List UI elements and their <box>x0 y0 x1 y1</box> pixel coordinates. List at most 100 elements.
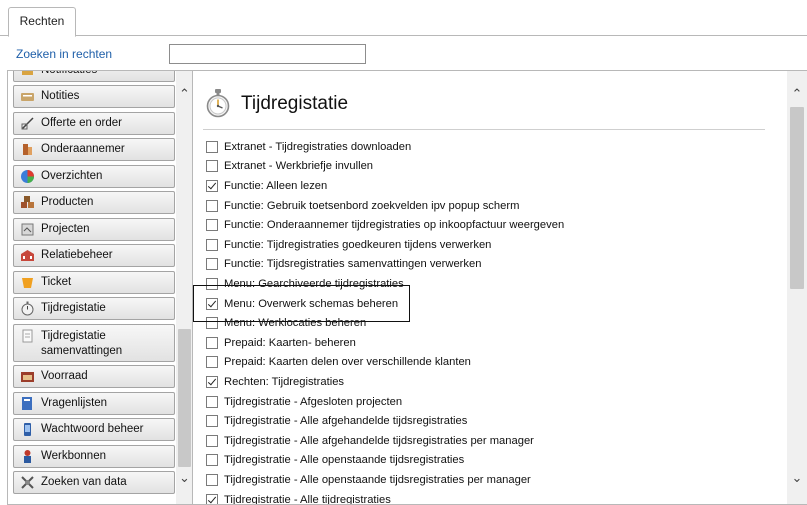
permission-row[interactable]: Functie: Tijdsregistraties samenvattinge… <box>206 255 481 275</box>
quote-icon <box>20 116 35 131</box>
permission-row[interactable]: Tijdregistratie - Alle openstaande tijds… <box>206 470 531 490</box>
permission-row[interactable]: Menu: Werklocaties beheren <box>206 313 366 333</box>
sidebar-item-vragenlijsten[interactable]: Vragenlijsten <box>13 392 175 415</box>
sidebar-item-label-line2: samenvattingen <box>41 345 123 357</box>
sidebar-item-werkbonnen[interactable]: Werkbonnen <box>13 445 175 468</box>
permission-label: Menu: Gearchiveerde tijdregistraties <box>224 277 404 290</box>
permission-row[interactable]: Functie: Onderaannemer tijdregistraties … <box>206 215 564 235</box>
ticket-icon <box>20 275 35 290</box>
sidebar-item-label: Offerte en order <box>41 117 122 129</box>
permission-checkbox[interactable] <box>206 454 218 467</box>
permission-label: Rechten: Tijdregistraties <box>224 375 345 388</box>
sidebar-item-tijdregistatie[interactable]: Tijdregistatie <box>13 297 175 320</box>
permission-checkbox[interactable] <box>206 277 218 290</box>
permission-row[interactable]: Prepaid: Kaarten- beheren <box>206 333 356 353</box>
divider <box>203 129 765 130</box>
sidebar-item-tijdregistatie-samenvattingen[interactable]: Tijdregistatie samenvattingen <box>13 324 175 362</box>
note-icon <box>20 89 35 104</box>
sidebar-item-label: Overzichten <box>41 170 103 182</box>
permission-row[interactable]: Tijdregistratie - Afgesloten projecten <box>206 392 402 412</box>
permission-label: Functie: Onderaannemer tijdregistraties … <box>224 219 565 232</box>
permission-checkbox[interactable] <box>206 375 218 388</box>
search-label: Zoeken in rechten <box>16 47 113 61</box>
sidebar-scroll-thumb[interactable] <box>178 329 191 467</box>
permission-row[interactable]: Tijdregistratie - Alle openstaande tijds… <box>206 451 464 471</box>
permission-checkbox[interactable] <box>206 238 218 251</box>
sidebar-item-label: Vragenlijsten <box>41 397 108 409</box>
sidebar-item-zoeken-van-data[interactable]: Zoeken van data <box>13 471 175 494</box>
permission-checkbox[interactable] <box>206 493 218 504</box>
permission-row[interactable]: Menu: Overwerk schemas beheren <box>206 294 398 314</box>
search-input[interactable] <box>169 44 366 64</box>
sidebar-item-label: Ticket <box>41 276 72 288</box>
permission-row[interactable]: Functie: Gebruik toetsenbord zoekvelden … <box>206 196 519 216</box>
bell-icon <box>20 71 35 78</box>
sidebar-item-notificaties[interactable]: Notificaties <box>13 71 175 82</box>
permission-row[interactable]: Menu: Gearchiveerde tijdregistraties <box>206 274 404 294</box>
permission-checkbox[interactable] <box>206 356 218 369</box>
permission-checkbox[interactable] <box>206 199 218 212</box>
permission-row[interactable]: Functie: Tijdregistraties goedkeuren tij… <box>206 235 491 255</box>
pie-chart-icon <box>20 169 35 184</box>
tab-strip: Rechten <box>0 0 807 37</box>
permission-checkbox[interactable] <box>206 297 218 310</box>
sidebar-item-voorraad[interactable]: Voorraad <box>13 365 175 388</box>
sidebar-item-offerte-en-order[interactable]: Offerte en order <box>13 112 175 135</box>
scroll-up-icon[interactable]: ⌃ <box>787 85 807 102</box>
content-scrollbar[interactable]: ⌃ ⌄ <box>787 71 807 504</box>
sidebar-item-label: Notities <box>41 90 80 102</box>
permission-checkbox[interactable] <box>206 434 218 447</box>
sidebar-item-onderaannemer[interactable]: Onderaannemer <box>13 138 175 161</box>
sidebar-item-producten[interactable]: Producten <box>13 191 175 214</box>
permission-label: Tijdregistratie - Alle afgehandelde tijd… <box>224 434 534 447</box>
content-scroll-thumb[interactable] <box>790 107 804 289</box>
worker-icon <box>20 449 35 464</box>
sidebar-item-ticket[interactable]: Ticket <box>13 271 175 294</box>
sidebar-item-relatiebeheer[interactable]: Relatiebeheer <box>13 244 175 267</box>
permission-label: Extranet - Tijdregistraties downloaden <box>224 140 412 153</box>
permission-label: Tijdregistratie - Alle tijdregistraties <box>224 493 391 505</box>
permission-label: Menu: Werklocaties beheren <box>224 317 367 330</box>
permission-row[interactable]: Tijdregistratie - Alle afgehandelde tijd… <box>206 411 467 431</box>
tab-rechten[interactable]: Rechten <box>8 7 76 37</box>
sidebar-item-overzichten[interactable]: Overzichten <box>13 165 175 188</box>
scroll-down-icon[interactable]: ⌄ <box>787 469 807 486</box>
permission-label: Tijdregistratie - Alle openstaande tijds… <box>224 454 465 467</box>
permission-checkbox[interactable] <box>206 317 218 330</box>
permission-checkbox[interactable] <box>206 395 218 408</box>
permission-row[interactable]: Prepaid: Kaarten delen over verschillend… <box>206 353 471 373</box>
permission-checkbox[interactable] <box>206 415 218 428</box>
permission-row[interactable]: Extranet - Werkbriefje invullen <box>206 157 373 177</box>
permission-checkbox[interactable] <box>206 473 218 486</box>
permission-checkbox[interactable] <box>206 258 218 271</box>
permission-label: Tijdregistratie - Afgesloten projecten <box>224 395 403 408</box>
search-data-icon <box>20 475 35 490</box>
scroll-up-icon[interactable]: ⌃ <box>176 85 192 102</box>
sidebar-item-label: Relatiebeheer <box>41 249 113 261</box>
permission-row[interactable]: Functie: Alleen lezen <box>206 176 327 196</box>
permission-label: Menu: Overwerk schemas beheren <box>224 297 399 310</box>
permission-checkbox[interactable] <box>206 140 218 153</box>
permissions-panel: Tijdregistatie Extranet - Tijdregistrati… <box>192 70 807 505</box>
permission-checkbox[interactable] <box>206 179 218 192</box>
permission-row[interactable]: Extranet - Tijdregistraties downloaden <box>206 137 411 157</box>
sidebar-item-label: Tijdregistatie <box>41 302 106 314</box>
sidebar-scrollbar[interactable]: ⌃ ⌄ <box>176 71 192 504</box>
sidebar-item-projecten[interactable]: Projecten <box>13 218 175 241</box>
permission-label: Tijdregistratie - Alle afgehandelde tijd… <box>224 415 468 428</box>
permission-row[interactable]: Rechten: Tijdregistraties <box>206 372 344 392</box>
permission-label: Functie: Alleen lezen <box>224 179 328 192</box>
sidebar-item-label: Projecten <box>41 223 90 235</box>
permission-row[interactable]: Tijdregistratie - Alle afgehandelde tijd… <box>206 431 534 451</box>
sidebar-item-wachtwoord-beheer[interactable]: Wachtwoord beheer <box>13 418 175 441</box>
permission-label: Prepaid: Kaarten- beheren <box>224 336 356 349</box>
permission-checkbox[interactable] <box>206 336 218 349</box>
permission-checkbox[interactable] <box>206 160 218 173</box>
scroll-down-icon[interactable]: ⌄ <box>176 469 192 486</box>
permission-row[interactable]: Tijdregistratie - Alle tijdregistraties <box>206 490 391 505</box>
permission-checkbox[interactable] <box>206 219 218 232</box>
subcontractor-icon <box>20 142 35 157</box>
sidebar-item-notities[interactable]: Notities <box>13 85 175 108</box>
sidebar-item-label: Werkbonnen <box>41 450 106 462</box>
permission-label: Functie: Tijdsregistraties samenvattinge… <box>224 258 482 271</box>
